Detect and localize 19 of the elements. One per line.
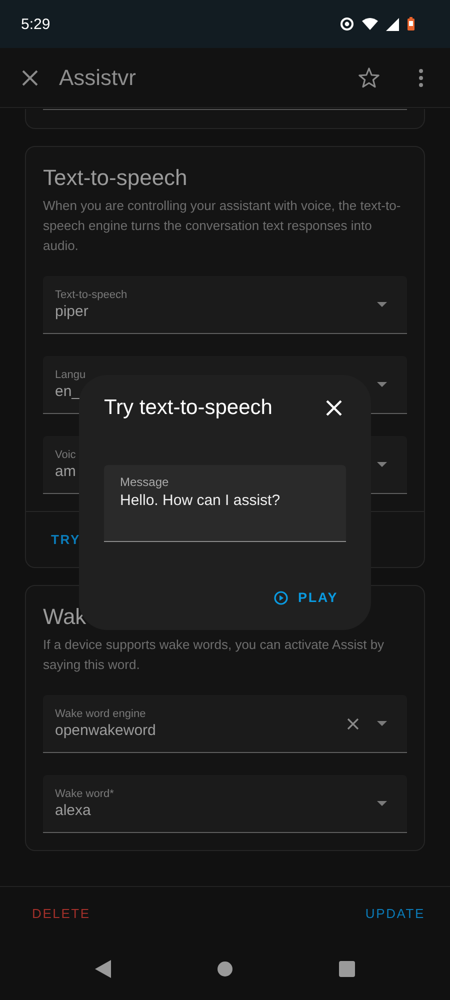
section-heading: Text-to-speech xyxy=(43,164,188,192)
field-label: Wake word engine xyxy=(55,706,147,720)
section-description: If a device supports wake words, you can activate Assist by saying this word. xyxy=(43,636,386,674)
field-value: alexa xyxy=(55,800,92,820)
status-time: 5:29 xyxy=(21,16,52,32)
field-value: piper xyxy=(55,302,90,322)
field-value: openwakeword xyxy=(55,720,157,740)
section-heading: Wak xyxy=(43,603,88,631)
section-description: When you are controlling your assistant with voice, the text-to-speech engine turns the conversation text responses into audio. xyxy=(43,197,402,255)
field-label: Text-to-speech xyxy=(55,288,128,302)
app-title: Assistvr xyxy=(59,64,136,90)
field-label: Wake word* xyxy=(55,786,115,800)
field-label: Message xyxy=(120,474,170,490)
field-value: Hello. How can I assist? xyxy=(120,491,282,511)
field-label: Voic xyxy=(55,448,77,462)
field-value: en_ xyxy=(55,382,82,402)
dialog-title: Try text-to-speech xyxy=(104,396,272,420)
field-label: Langu xyxy=(55,368,87,382)
field-value: am xyxy=(55,462,77,482)
